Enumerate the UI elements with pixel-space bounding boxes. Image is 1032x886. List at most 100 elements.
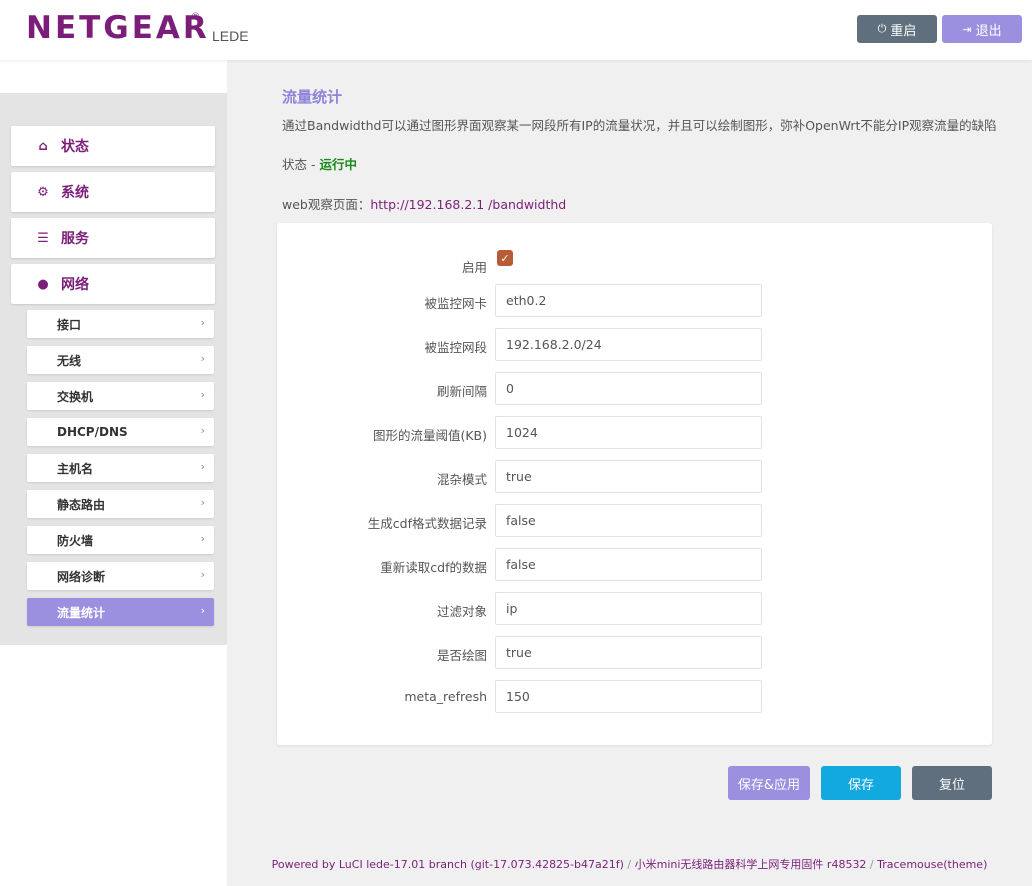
sidebar-item-label: 系统 <box>61 185 89 201</box>
sidebar-subitem-label: DHCP/DNS <box>57 425 128 439</box>
chevron-right-icon: › <box>200 604 205 617</box>
reboot-button[interactable]: ⏻ 重启 <box>857 15 937 43</box>
chevron-right-icon: › <box>200 568 205 581</box>
form-row: 图形的流量阈值(KB) 1024 <box>277 416 992 450</box>
service-status: 状态 - 运行中 <box>282 154 357 173</box>
sidebar-item-network[interactable]: ● 网络 <box>11 264 215 304</box>
status-value: 运行中 <box>319 157 357 172</box>
sidebar-subitem-diagnostics[interactable]: 网络诊断 › <box>27 562 214 590</box>
chevron-right-icon: › <box>200 388 205 401</box>
brand-logo[interactable]: NETGEAR <box>26 10 210 46</box>
sidebar-subitem-label: 主机名 <box>57 461 94 476</box>
sidebar-item-services[interactable]: ☰ 服务 <box>11 218 215 258</box>
field-label: meta_refresh <box>404 689 487 704</box>
form-row: 是否绘图 true <box>277 636 992 670</box>
filter-input[interactable]: ip <box>495 592 762 625</box>
sidebar-top-spacer <box>0 60 227 93</box>
form-row: 混杂模式 true <box>277 460 992 494</box>
main-content: 流量统计 通过Bandwidthd可以通过图形界面观察某一网段所有IP的流量状况… <box>227 60 1032 886</box>
subnet-input[interactable]: 192.168.2.0/24 <box>495 328 762 361</box>
footer-separator: / <box>623 858 635 871</box>
footer-firmware-link[interactable]: 小米mini无线路由器科学上网专用固件 r48532 <box>635 858 867 871</box>
reset-button[interactable]: 复位 <box>912 766 992 800</box>
brand-registered-mark: ® <box>191 12 200 22</box>
field-label: 混杂模式 <box>436 472 487 487</box>
field-label: 重新读取cdf的数据 <box>380 560 487 575</box>
sidebar-subitem-label: 流量统计 <box>57 605 106 620</box>
sidebar-subitem-wireless[interactable]: 无线 › <box>27 346 214 374</box>
form-row: 刷新间隔 0 <box>277 372 992 406</box>
power-icon: ⏻ <box>877 22 887 35</box>
sidebar-item-status[interactable]: ⌂ 状态 <box>11 126 215 166</box>
meta-refresh-input[interactable]: 150 <box>495 680 762 713</box>
field-label: 刷新间隔 <box>436 384 487 399</box>
sidebar-subitem-label: 网络诊断 <box>57 569 106 584</box>
sidebar-item-system[interactable]: ⚙ 系统 <box>11 172 215 212</box>
web-view-label: web观察页面： <box>282 197 371 212</box>
footer-theme-link[interactable]: Tracemouse(theme) <box>877 858 987 871</box>
sidebar-subitem-bandwidthd[interactable]: 流量统计 › <box>27 598 214 626</box>
gears-icon: ⚙ <box>37 184 49 200</box>
form-row-enable: 启用 <box>277 248 992 282</box>
sidebar-subitem-label: 静态路由 <box>57 497 106 512</box>
sidebar-subitem-switch[interactable]: 交换机 › <box>27 382 214 410</box>
field-label: 是否绘图 <box>436 648 487 663</box>
refresh-interval-input[interactable]: 0 <box>495 372 762 405</box>
footer-separator: / <box>866 858 878 871</box>
sidebar-subitem-label: 接口 <box>57 317 82 332</box>
sidebar-subitem-label: 防火墙 <box>57 533 94 548</box>
reboot-label: 重启 <box>890 23 917 39</box>
list-icon: ☰ <box>37 230 49 246</box>
form-row: 生成cdf格式数据记录 false <box>277 504 992 538</box>
save-button[interactable]: 保存 <box>821 766 901 800</box>
graph-cutoff-input[interactable]: 1024 <box>495 416 762 449</box>
sidebar: ⌂ 状态 ⚙ 系统 ☰ 服务 ● 网络 接口 › 无线 › 交换机 › DHCP… <box>0 93 227 645</box>
sidebar-subitem-dhcp-dns[interactable]: DHCP/DNS › <box>27 418 214 446</box>
enable-checkbox[interactable]: ✓ <box>497 250 513 266</box>
output-cdf-input[interactable]: false <box>495 504 762 537</box>
chevron-right-icon: › <box>200 532 205 545</box>
sidebar-subitem-interfaces[interactable]: 接口 › <box>27 310 214 338</box>
field-label: 被监控网段 <box>424 340 487 355</box>
sidebar-subitem-firewall[interactable]: 防火墙 › <box>27 526 214 554</box>
form-row: meta_refresh 150 <box>277 680 992 714</box>
checkmark-icon: ✓ <box>500 251 510 265</box>
page-footer: Powered by LuCI lede-17.01 branch (git-1… <box>227 856 1032 872</box>
chevron-right-icon: › <box>200 352 205 365</box>
footer-powered-link[interactable]: Powered by LuCI lede-17.01 branch (git-1… <box>272 858 624 871</box>
field-label: 启用 <box>461 260 487 275</box>
recover-cdf-input[interactable]: false <box>495 548 762 581</box>
form-row: 被监控网段 192.168.2.0/24 <box>277 328 992 362</box>
chevron-right-icon: › <box>200 424 205 437</box>
logout-label: 退出 <box>975 23 1002 39</box>
chevron-right-icon: › <box>200 316 205 329</box>
chevron-right-icon: › <box>200 496 205 509</box>
field-label: 被监控网卡 <box>424 296 487 311</box>
promiscuous-input[interactable]: true <box>495 460 762 493</box>
field-label: 过滤对象 <box>436 604 487 619</box>
web-view-link[interactable]: http://192.168.2.1 /bandwidthd <box>370 197 566 212</box>
brand-subtitle: LEDE <box>212 28 249 44</box>
form-row: 被监控网卡 eth0.2 <box>277 284 992 318</box>
sidebar-subitem-label: 交换机 <box>57 389 94 404</box>
page-description: 通过Bandwidthd可以通过图形界面观察某一网段所有IP的流量状况，并且可以… <box>282 118 997 133</box>
sign-out-icon: ⇥ <box>962 22 972 36</box>
settings-panel: 启用 ✓ 被监控网卡 eth0.2 被监控网段 192.168.2.0/24 刷… <box>277 223 992 745</box>
home-icon: ⌂ <box>38 138 48 154</box>
sidebar-bottom-spacer <box>0 645 227 886</box>
save-apply-button[interactable]: 保存&应用 <box>728 766 810 800</box>
sidebar-subitem-hostnames[interactable]: 主机名 › <box>27 454 214 482</box>
graph-enable-input[interactable]: true <box>495 636 762 669</box>
sidebar-subitem-static-routes[interactable]: 静态路由 › <box>27 490 214 518</box>
form-row: 过滤对象 ip <box>277 592 992 626</box>
interface-input[interactable]: eth0.2 <box>495 284 762 317</box>
web-view-line: web观察页面：http://192.168.2.1 /bandwidthd <box>282 194 566 213</box>
globe-icon: ● <box>37 276 49 292</box>
status-label: 状态 - <box>282 157 320 172</box>
field-label: 图形的流量阈值(KB) <box>372 428 487 443</box>
sidebar-item-label: 状态 <box>61 139 89 155</box>
logout-button[interactable]: ⇥ 退出 <box>942 15 1022 43</box>
form-row: 重新读取cdf的数据 false <box>277 548 992 582</box>
sidebar-item-label: 服务 <box>61 231 89 247</box>
sidebar-subitem-label: 无线 <box>57 353 82 368</box>
